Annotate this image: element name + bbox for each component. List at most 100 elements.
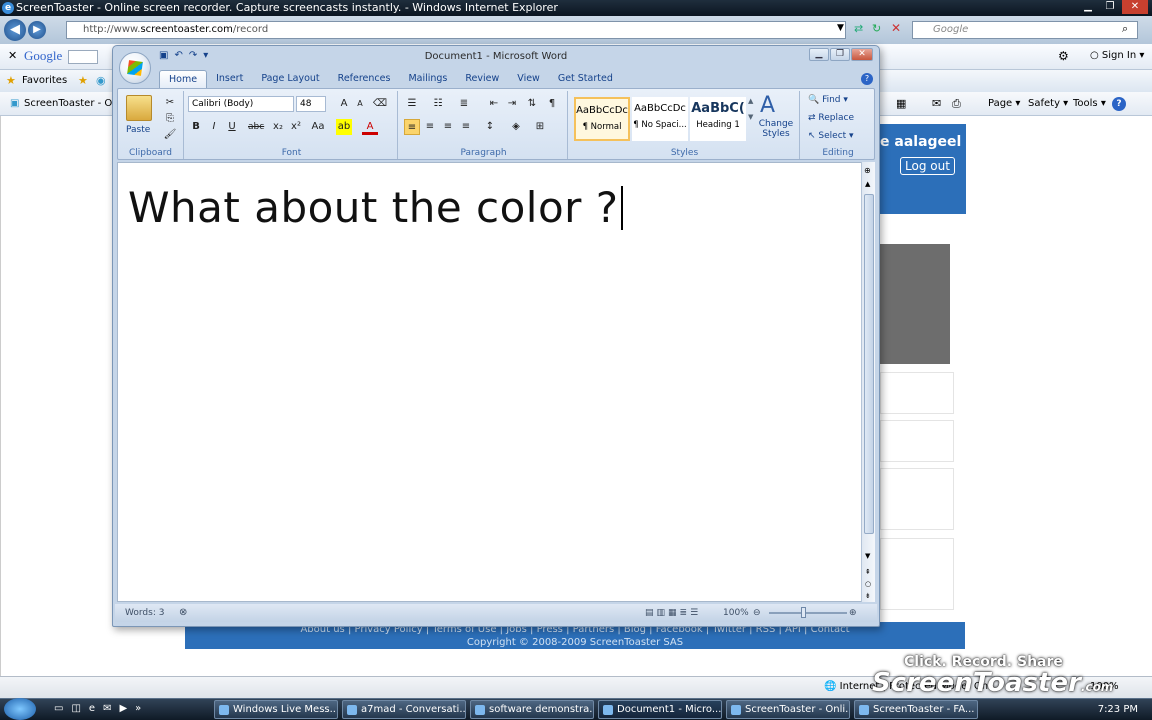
tab-view[interactable]: View: [508, 70, 549, 88]
ruler-toggle-icon[interactable]: ⊕: [864, 166, 871, 175]
back-button[interactable]: ◀: [4, 19, 26, 41]
maximize-button[interactable]: ❐: [1100, 0, 1120, 14]
select-button[interactable]: ↖ Select ▾: [808, 131, 854, 141]
subscript-icon[interactable]: x₂: [270, 119, 286, 135]
dropdown-arrow-icon[interactable]: ▼: [837, 23, 844, 33]
font-name-select[interactable]: Calibri (Body): [188, 96, 294, 112]
close-toolbar-icon[interactable]: ✕: [8, 49, 17, 62]
page-menu[interactable]: Page ▾: [988, 92, 1020, 116]
print-icon[interactable]: ⎙: [952, 97, 961, 111]
word-count[interactable]: Words: 3: [125, 604, 164, 622]
url-input[interactable]: http://www.screentoaster.com/record: [66, 21, 846, 39]
undo-icon[interactable]: ↶: [174, 50, 182, 61]
search-icon[interactable]: ⌕: [1122, 22, 1128, 36]
browse-object-icon[interactable]: ○: [865, 580, 871, 588]
google-search-box[interactable]: [68, 50, 98, 64]
shading-icon[interactable]: ◈: [508, 119, 524, 135]
multilevel-list-icon[interactable]: ≣: [456, 96, 472, 112]
start-button[interactable]: [4, 698, 36, 720]
zoom-slider-thumb[interactable]: [801, 607, 806, 618]
more-icon[interactable]: »: [135, 703, 141, 714]
copy-icon[interactable]: ⎘: [162, 111, 178, 127]
paste-button[interactable]: Paste: [126, 125, 150, 135]
close-button[interactable]: ✕: [1122, 0, 1148, 14]
style-no-spacing[interactable]: AaBbCcDc ¶ No Spaci...: [632, 97, 688, 141]
safety-menu[interactable]: Safety ▾: [1028, 92, 1068, 116]
line-spacing-icon[interactable]: ↕: [482, 119, 498, 135]
grow-font-icon[interactable]: A: [336, 96, 352, 112]
document-page[interactable]: What about the color ?: [117, 162, 865, 602]
tab-mailings[interactable]: Mailings: [399, 70, 456, 88]
ie-launch-icon[interactable]: e: [89, 703, 95, 714]
font-size-select[interactable]: 48: [296, 96, 326, 112]
word-close-button[interactable]: ✕: [851, 48, 873, 61]
change-styles-icon[interactable]: A: [760, 93, 775, 118]
numbering-icon[interactable]: ☷: [430, 96, 446, 112]
replace-button[interactable]: ⇄ Replace: [808, 113, 854, 123]
clock[interactable]: 7:23 PM: [1098, 704, 1138, 715]
print-layout-icon[interactable]: ▤: [645, 604, 654, 622]
search-input[interactable]: Google: [912, 21, 1138, 39]
word-restore-button[interactable]: ❐: [830, 48, 850, 61]
sort-icon[interactable]: ⇅: [524, 96, 540, 112]
suggested-sites-icon[interactable]: ◉: [96, 74, 106, 87]
scroll-up-icon[interactable]: ▲: [865, 180, 870, 188]
tab-review[interactable]: Review: [456, 70, 508, 88]
tab-get-started[interactable]: Get Started: [549, 70, 622, 88]
borders-icon[interactable]: ⊞: [532, 119, 548, 135]
media-icon[interactable]: ▶: [119, 703, 127, 714]
font-color-icon[interactable]: A: [362, 119, 378, 135]
outlook-icon[interactable]: ✉: [103, 703, 111, 714]
mail-icon[interactable]: ✉: [932, 97, 941, 110]
styles-scroll-up-icon[interactable]: ▲: [748, 97, 753, 105]
zoom-out-icon[interactable]: ⊖: [753, 604, 761, 622]
office-button[interactable]: [119, 52, 151, 84]
taskbar-item-word[interactable]: Document1 - Micro...: [598, 700, 722, 719]
next-page-icon[interactable]: ⇟: [865, 592, 871, 600]
draft-icon[interactable]: ☰: [690, 604, 698, 622]
taskbar-item-conversation[interactable]: a7mad - Conversati...: [342, 700, 466, 719]
cut-icon[interactable]: ✂: [162, 95, 178, 111]
prev-page-icon[interactable]: ⇞: [865, 568, 871, 576]
bold-icon[interactable]: B: [188, 119, 204, 135]
styles-scroll-down-icon[interactable]: ▼: [748, 113, 753, 121]
stop-icon[interactable]: ✕: [891, 21, 901, 35]
vertical-scrollbar[interactable]: ⊕ ▲ ▼ ⇞ ○ ⇟: [861, 162, 875, 602]
find-button[interactable]: 🔍 Find ▾: [808, 95, 848, 105]
zoom-in-icon[interactable]: ⊕: [849, 604, 857, 622]
change-styles-button[interactable]: Change Styles: [758, 119, 794, 139]
forward-button[interactable]: ▶: [28, 21, 46, 39]
wrench-icon[interactable]: ⚙: [1058, 49, 1069, 63]
tab-home[interactable]: Home: [159, 70, 208, 88]
increase-indent-icon[interactable]: ⇥: [504, 96, 520, 112]
taskbar-item-live-messenger[interactable]: Windows Live Mess...: [214, 700, 338, 719]
taskbar-item-screentoaster-faq[interactable]: ScreenToaster - FA...: [854, 700, 978, 719]
minimize-button[interactable]: ▁: [1078, 0, 1098, 14]
favorites-button[interactable]: Favorites: [22, 69, 67, 93]
scroll-down-icon[interactable]: ▼: [865, 552, 870, 560]
align-center-icon[interactable]: ≡: [422, 119, 438, 135]
customize-qat-icon[interactable]: ▾: [203, 50, 208, 61]
logout-button[interactable]: Log out: [900, 157, 955, 175]
tab-page-layout[interactable]: Page Layout: [252, 70, 328, 88]
underline-icon[interactable]: U: [224, 119, 240, 135]
zoom-slider[interactable]: [769, 612, 847, 614]
taskbar-item-software-demo[interactable]: software demonstra...: [470, 700, 594, 719]
highlight-icon[interactable]: ab: [336, 119, 352, 135]
help-icon[interactable]: ?: [1112, 97, 1126, 111]
word-help-icon[interactable]: ?: [861, 73, 873, 85]
superscript-icon[interactable]: x²: [288, 119, 304, 135]
full-screen-icon[interactable]: ▥: [657, 604, 666, 622]
outline-icon[interactable]: ≣: [680, 604, 688, 622]
zoom-level[interactable]: 100%: [723, 604, 749, 622]
clear-formatting-icon[interactable]: ⌫: [372, 96, 388, 112]
align-right-icon[interactable]: ≡: [440, 119, 456, 135]
show-desktop-icon[interactable]: ▭: [54, 703, 63, 714]
style-heading1[interactable]: AaBbC( Heading 1: [690, 97, 746, 141]
redo-icon[interactable]: ↷: [189, 50, 197, 61]
change-case-icon[interactable]: Aa: [310, 119, 326, 135]
paste-icon[interactable]: [126, 95, 152, 121]
tab-insert[interactable]: Insert: [207, 70, 252, 88]
scroll-thumb[interactable]: [864, 194, 874, 534]
switch-windows-icon[interactable]: ◫: [71, 703, 80, 714]
